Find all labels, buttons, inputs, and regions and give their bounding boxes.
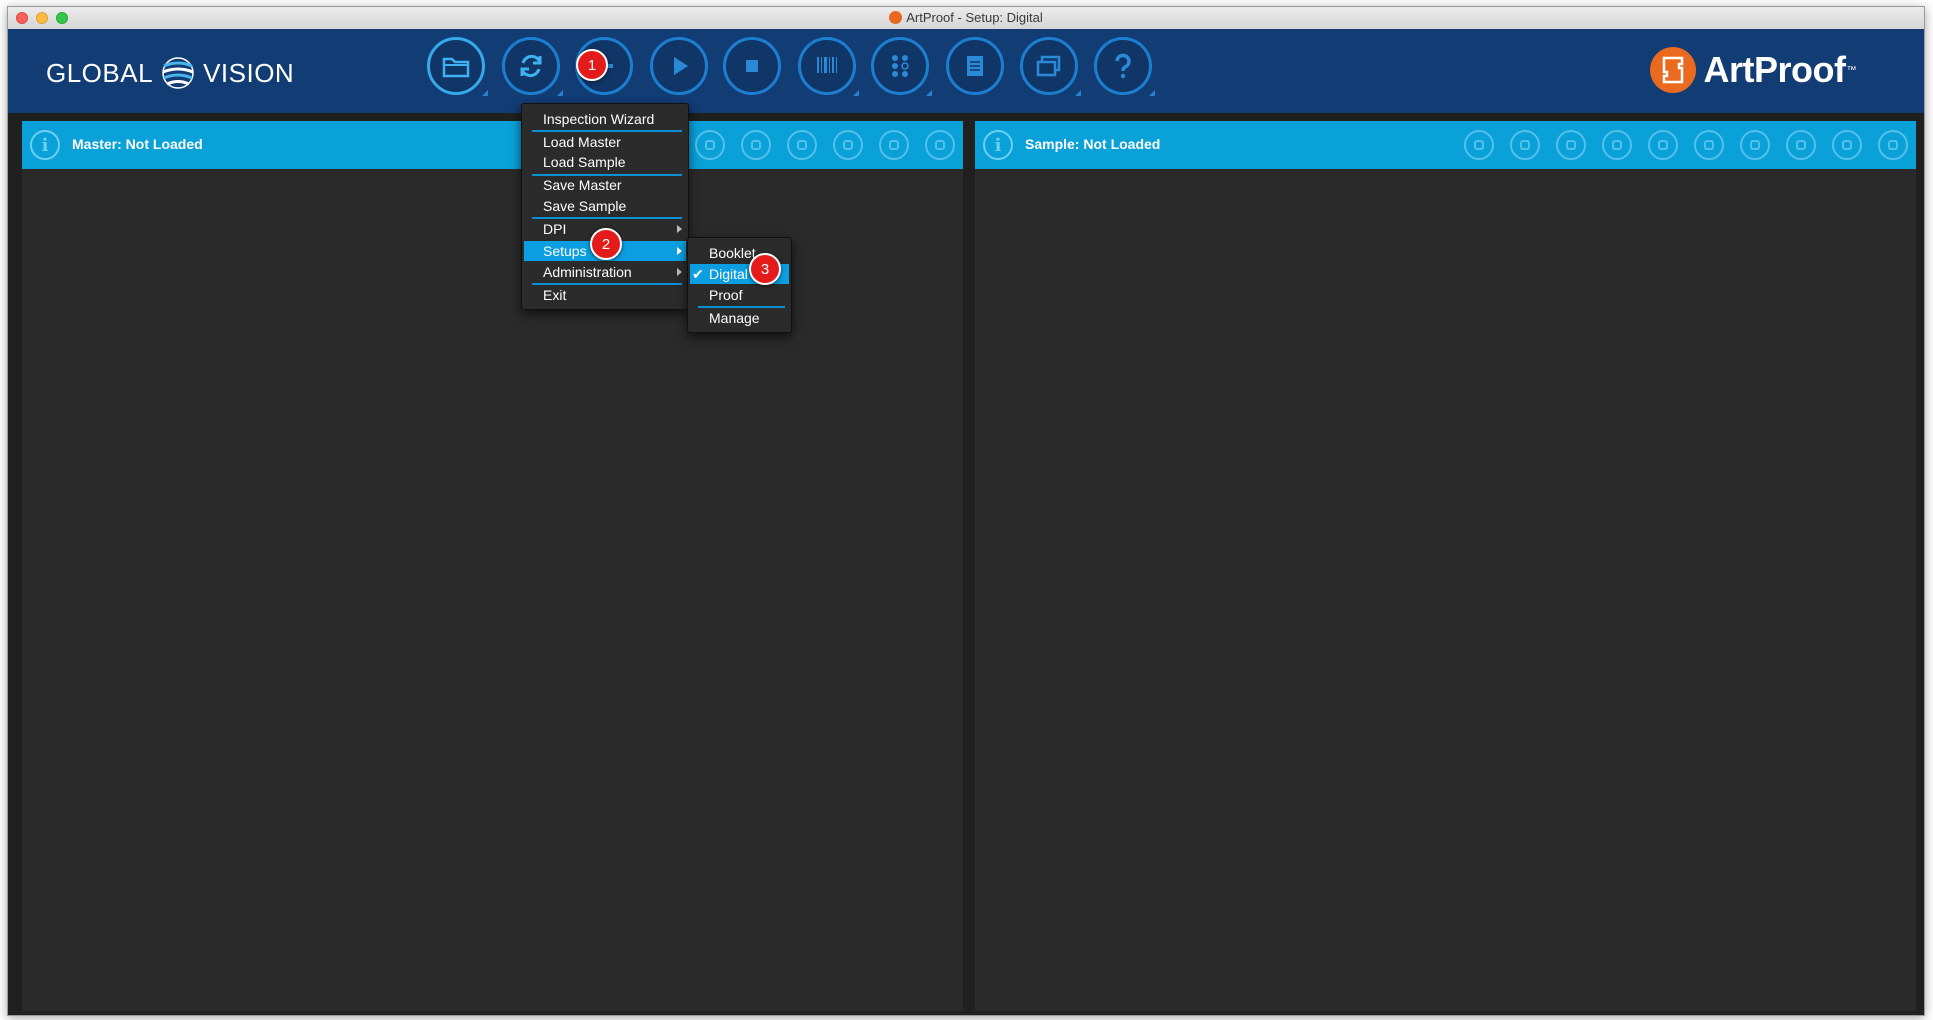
stop-button[interactable]	[723, 37, 781, 95]
dropdown-corner-icon	[853, 90, 859, 96]
braille-button[interactable]	[871, 37, 932, 96]
sample-info-icon[interactable]: i	[983, 130, 1013, 160]
crosshair-icon[interactable]	[1510, 130, 1540, 160]
compare-icon[interactable]	[695, 130, 725, 160]
open-file-button[interactable]	[427, 37, 488, 96]
notes-button[interactable]	[946, 37, 1004, 95]
master-panel-title: Master: Not Loaded	[72, 136, 203, 152]
artproof-app-icon	[889, 11, 903, 24]
master-viewer[interactable]	[22, 169, 963, 1011]
select-area-icon[interactable]	[833, 130, 863, 160]
rotate-icon[interactable]	[1740, 130, 1770, 160]
sample-panel-header: i Sample: Not Loaded	[975, 121, 1916, 169]
menu-item-inspection-wizard[interactable]: Inspection Wizard	[524, 109, 686, 129]
pencil-icon[interactable]	[1464, 130, 1494, 160]
dropdown-corner-icon	[926, 90, 932, 96]
dropdown-corner-icon	[557, 90, 563, 96]
sample-viewer[interactable]	[975, 169, 1916, 1011]
zoom-in-icon[interactable]	[1878, 130, 1908, 160]
callout-badge-2: 2	[590, 228, 622, 260]
artproof-logo-icon	[1649, 47, 1696, 93]
select-area-icon[interactable]	[1786, 130, 1816, 160]
title-bar: ArtProof - Setup: Digital	[8, 7, 1924, 30]
zoom-in-icon[interactable]	[925, 130, 955, 160]
master-tool-icons	[695, 130, 955, 160]
windows-icon	[1036, 55, 1061, 77]
menu-item-exit[interactable]: Exit	[524, 285, 686, 305]
refresh-button[interactable]	[502, 37, 563, 96]
folder-open-icon	[442, 57, 470, 78]
help-button[interactable]	[1094, 37, 1155, 96]
main-toolbar: GLOBAL VISION ArtProof ™	[8, 29, 1924, 113]
file-menu: Inspection Wizard Load Master Load Sampl…	[521, 103, 689, 310]
setups-submenu: Booklet ✔ Digital Proof Manage	[687, 237, 792, 333]
menu-item-load-master[interactable]: Load Master	[524, 132, 686, 152]
barcode-button[interactable]	[798, 37, 859, 96]
barcode-detect-icon[interactable]	[1648, 130, 1678, 160]
submenu-item-proof[interactable]: Proof	[690, 285, 789, 305]
sample-panel: i Sample: Not Loaded	[975, 121, 1916, 1011]
menu-item-administration[interactable]: Administration	[524, 262, 686, 282]
app-window: ArtProof - Setup: Digital GLOBAL VISION	[7, 6, 1925, 1016]
crop-icon[interactable]	[1602, 130, 1632, 160]
dropdown-corner-icon	[1075, 90, 1081, 96]
barcode-icon	[817, 57, 837, 73]
checkmark-icon: ✔	[692, 266, 704, 282]
rotate-icon[interactable]	[787, 130, 817, 160]
artproof-logo: ArtProof ™	[1649, 43, 1856, 97]
master-panel: i Master: Not Loaded	[22, 121, 963, 1011]
dropdown-corner-icon	[1149, 90, 1155, 96]
sample-tool-icons	[1464, 130, 1908, 160]
play-button[interactable]	[650, 37, 708, 95]
crop-icon[interactable]	[741, 130, 771, 160]
zoom-out-icon[interactable]	[1832, 130, 1862, 160]
submenu-item-manage[interactable]: Manage	[690, 308, 789, 328]
dropdown-corner-icon	[482, 90, 488, 96]
windows-button[interactable]	[1020, 37, 1081, 96]
window-title: ArtProof - Setup: Digital	[8, 11, 1924, 25]
sample-panel-title: Sample: Not Loaded	[1025, 136, 1161, 152]
submenu-arrow-icon	[677, 247, 682, 255]
compare-icon[interactable]	[1556, 130, 1586, 160]
master-panel-header: i Master: Not Loaded	[22, 121, 963, 169]
play-icon	[674, 57, 688, 75]
submenu-arrow-icon	[677, 268, 682, 276]
globe-logo-icon	[162, 57, 194, 89]
global-vision-logo: GLOBAL VISION	[46, 57, 294, 89]
master-info-icon[interactable]: i	[30, 130, 60, 160]
menu-item-load-sample[interactable]: Load Sample	[524, 152, 686, 172]
help-icon	[1115, 53, 1131, 79]
stop-icon	[746, 60, 758, 72]
menu-item-save-sample[interactable]: Save Sample	[524, 196, 686, 216]
braille-icon	[892, 55, 909, 77]
callout-badge-1: 1	[576, 49, 608, 81]
zoom-out-icon[interactable]	[879, 130, 909, 160]
submenu-arrow-icon	[677, 225, 682, 233]
refresh-icon	[520, 54, 542, 78]
menu-item-save-master[interactable]: Save Master	[524, 175, 686, 195]
callout-badge-3: 3	[749, 253, 781, 285]
resize-icon[interactable]	[1694, 130, 1724, 160]
notes-icon	[967, 56, 983, 76]
